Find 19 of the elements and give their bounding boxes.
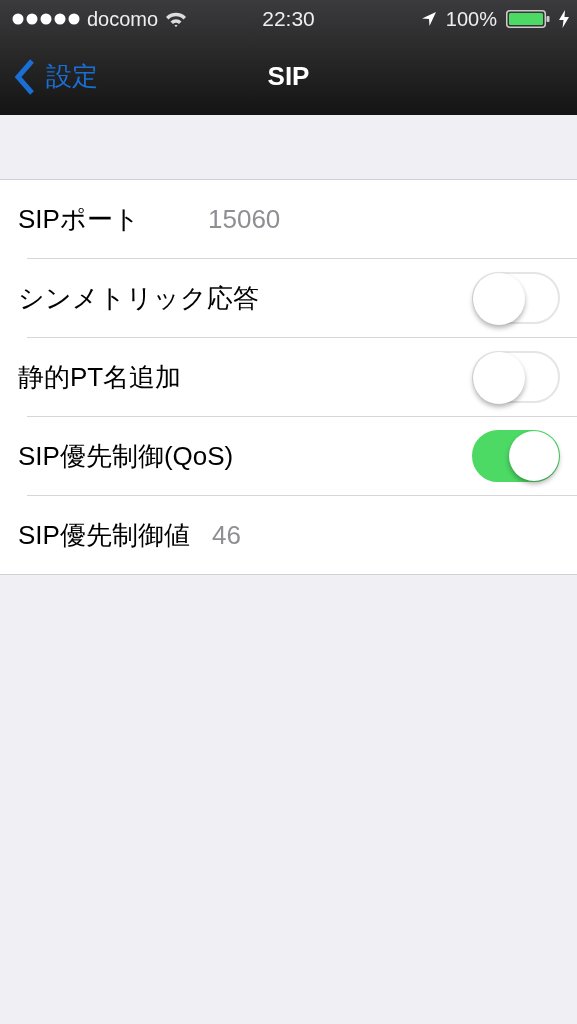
setting-label: SIPポート <box>18 202 141 236</box>
signal-icon <box>12 13 80 25</box>
screen-title: SIP <box>267 61 310 92</box>
input-field[interactable]: 15060 <box>208 203 281 235</box>
battery-percent: 100% <box>445 7 497 31</box>
chevron-left-icon <box>14 57 36 96</box>
toggle-switch[interactable] <box>472 430 560 482</box>
wifi-icon <box>165 11 188 27</box>
location-arrow-icon <box>420 11 437 27</box>
input-field[interactable]: 46 <box>211 519 241 551</box>
battery-icon <box>506 10 550 28</box>
carrier-name: docomo <box>87 7 159 31</box>
setting-label: SIP優先制御値 <box>18 518 190 552</box>
clock-time: 22:30 <box>262 7 315 31</box>
setting-label: SIP優先制御(QoS) <box>18 439 234 473</box>
charging-bolt-icon <box>559 10 569 28</box>
back-button[interactable]: 設定 <box>0 54 98 99</box>
setting-label: シンメトリック応答 <box>18 281 259 315</box>
setting-label: 静的PT名追加 <box>18 360 182 394</box>
